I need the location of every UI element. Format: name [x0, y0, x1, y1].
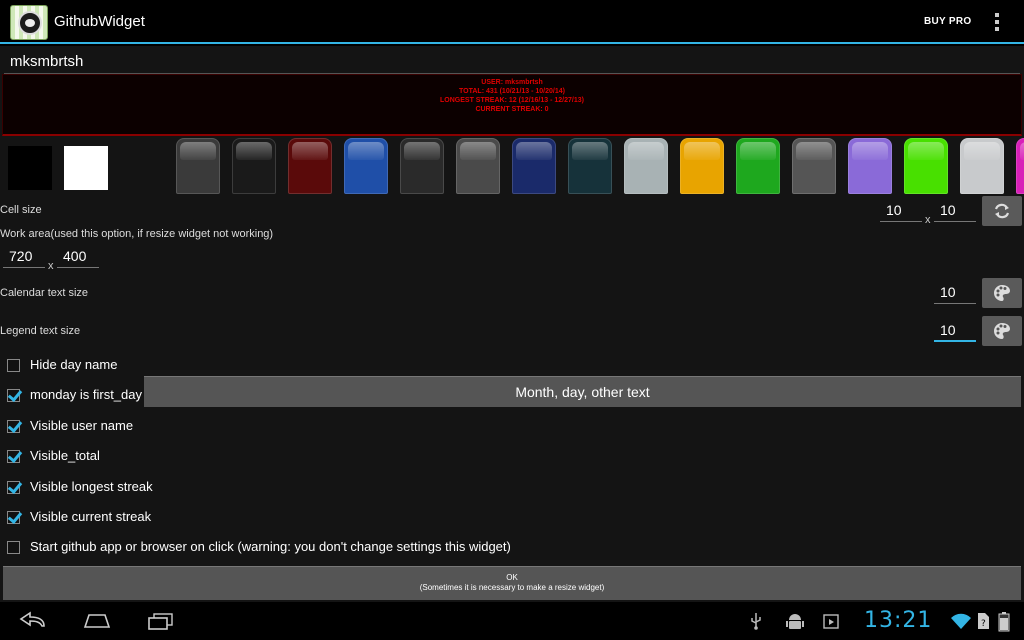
work-area-label: Work area(used this option, if resize wi…	[0, 228, 274, 240]
preview-total: TOTAL: 431 (10/21/13 - 10/20/14)	[459, 88, 565, 95]
preview-longest: LONGEST STREAK: 12 (12/16/13 - 12/27/13)	[440, 97, 584, 104]
refresh-icon	[994, 203, 1010, 219]
theme-swatch[interactable]	[904, 138, 948, 194]
option-checkbox[interactable]	[7, 511, 20, 524]
back-icon[interactable]	[18, 611, 48, 631]
settings-content: mksmbrtsh USER: mksmbrtsh TOTAL: 431 (10…	[0, 46, 1024, 602]
theme-swatch[interactable]	[176, 138, 220, 194]
theme-swatch[interactable]	[456, 138, 500, 194]
overflow-menu-icon[interactable]	[994, 13, 1000, 33]
usb-icon	[751, 613, 761, 630]
play-store-icon	[823, 614, 839, 629]
cell-height-input[interactable]: 10	[934, 200, 976, 222]
work-area-x: x	[48, 260, 54, 272]
app-title: GithubWidget	[54, 13, 145, 30]
theme-swatch[interactable]	[1016, 138, 1024, 194]
color-swatch-white[interactable]	[64, 146, 108, 190]
preview-current: CURRENT STREAK: 0	[475, 106, 549, 113]
buy-pro-button[interactable]: BUY PRO	[924, 16, 971, 27]
theme-swatch[interactable]	[512, 138, 556, 194]
status-clock: 13:21	[864, 608, 933, 633]
calendar-color-button[interactable]	[982, 278, 1022, 308]
theme-swatch[interactable]	[960, 138, 1004, 194]
system-bar: 13:21 ?	[0, 602, 1024, 640]
theme-swatch[interactable]	[736, 138, 780, 194]
theme-swatch[interactable]	[624, 138, 668, 194]
username-input[interactable]: mksmbrtsh	[10, 53, 83, 70]
option-label[interactable]: Start github app or browser on click (wa…	[30, 539, 511, 554]
theme-swatch[interactable]	[848, 138, 892, 194]
option-label[interactable]: Visible user name	[30, 418, 133, 433]
legend-color-button[interactable]	[982, 316, 1022, 346]
recent-apps-icon[interactable]	[146, 611, 176, 631]
option-checkbox[interactable]	[7, 481, 20, 494]
option-checkbox[interactable]	[7, 389, 20, 402]
palette-icon	[994, 323, 1010, 339]
theme-strip[interactable]	[176, 138, 1024, 194]
wifi-icon	[951, 613, 971, 629]
palette-icon	[994, 285, 1010, 301]
refresh-button[interactable]	[982, 196, 1022, 226]
theme-swatch[interactable]	[792, 138, 836, 194]
ok-note: (Sometimes it is necessary to make a res…	[419, 583, 605, 592]
option-label[interactable]: Visible current streak	[30, 509, 151, 524]
month-day-text-color-button[interactable]: Month, day, other text	[144, 376, 1021, 407]
calendar-text-size-label: Calendar text size	[0, 287, 89, 299]
theme-swatch[interactable]	[344, 138, 388, 194]
theme-swatch[interactable]	[680, 138, 724, 194]
legend-text-size-input[interactable]: 10	[934, 320, 976, 342]
work-area-width-input[interactable]: 720	[3, 246, 45, 268]
sim-icon: ?	[978, 613, 989, 629]
theme-swatch[interactable]	[232, 138, 276, 194]
theme-swatch[interactable]	[400, 138, 444, 194]
option-label[interactable]: monday is first_day	[30, 387, 142, 402]
color-swatch-black[interactable]	[8, 146, 52, 190]
svg-text:?: ?	[981, 619, 986, 629]
cell-size-x: x	[925, 214, 931, 226]
theme-swatch[interactable]	[568, 138, 612, 194]
android-debug-icon	[786, 614, 804, 629]
battery-icon	[998, 612, 1010, 632]
option-label[interactable]: Visible longest streak	[30, 479, 153, 494]
cell-size-label: Cell size	[0, 204, 42, 216]
option-checkbox[interactable]	[7, 359, 20, 372]
preview-user: USER: mksmbrtsh	[481, 79, 543, 86]
option-label[interactable]: Visible_total	[30, 448, 100, 463]
theme-swatch[interactable]	[288, 138, 332, 194]
home-icon[interactable]	[81, 611, 113, 631]
ok-label: OK	[506, 573, 518, 582]
action-bar: GithubWidget BUY PRO	[0, 0, 1024, 44]
widget-preview: USER: mksmbrtsh TOTAL: 431 (10/21/13 - 1…	[2, 74, 1022, 136]
ok-button[interactable]: OK (Sometimes it is necessary to make a …	[3, 566, 1021, 600]
cell-width-input[interactable]: 10	[880, 200, 922, 222]
github-octocat-icon	[18, 11, 42, 35]
app-icon[interactable]	[10, 5, 48, 40]
option-label[interactable]: Hide day name	[30, 357, 117, 372]
option-checkbox[interactable]	[7, 541, 20, 554]
option-checkbox[interactable]	[7, 420, 20, 433]
calendar-text-size-input[interactable]: 10	[934, 282, 976, 304]
work-area-height-input[interactable]: 400	[57, 246, 99, 268]
legend-text-size-label: Legend text size	[0, 325, 81, 337]
option-checkbox[interactable]	[7, 450, 20, 463]
